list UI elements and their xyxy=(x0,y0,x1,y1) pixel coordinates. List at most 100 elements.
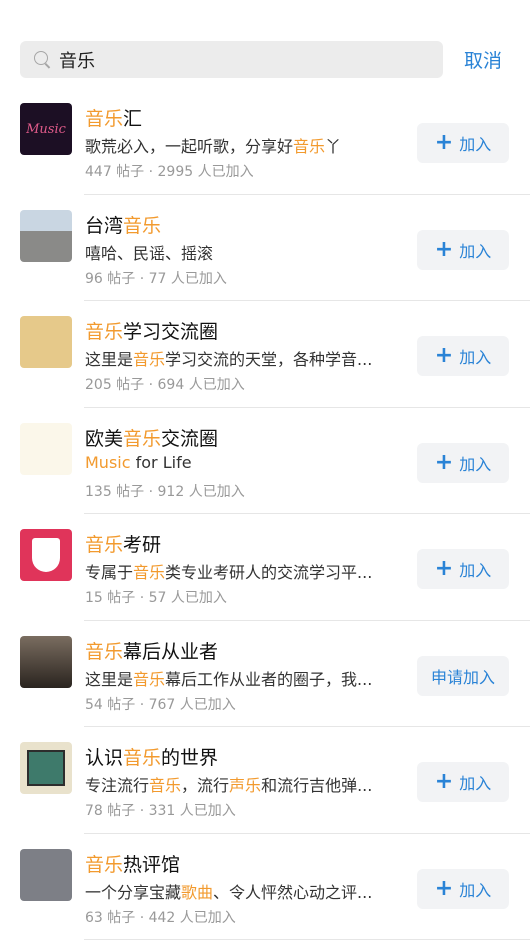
join-button-label: 加入 xyxy=(459,774,492,793)
text-segment: 和流行吉他弹... xyxy=(261,776,373,795)
text-segment: 学习交流的天堂，各种学音... xyxy=(165,350,373,369)
list-item[interactable]: 欧美音乐交流圈 Music for Life 135 帖子 · 912 人已加入 + 加… xyxy=(0,408,530,514)
list-item[interactable]: 台湾音乐嘻哈、民谣、摇滚 96 帖子 · 77 人已加入 + 加入 xyxy=(0,195,530,301)
text-segment: 歌荒必入，一起听歌，分享好 xyxy=(85,137,294,156)
text-segment: 幕后从业者 xyxy=(123,640,219,663)
circle-stats: 205 帖子 · 694 人已加入 xyxy=(85,377,245,393)
cancel-button[interactable]: 取消 xyxy=(464,46,502,73)
plus-icon: + xyxy=(434,343,454,368)
list-item[interactable]: 音乐考研 专属于音乐类专业考研人的交流学习平... 15 帖子 · 57 人已加入 +… xyxy=(0,514,530,621)
circle-description: 一个分享宝藏歌曲、令人怦然心动之评... xyxy=(85,879,410,903)
circle-avatar xyxy=(20,209,72,262)
circle-description: 歌荒必入，一起听歌，分享好音乐丫 xyxy=(85,133,410,157)
circle-description: Music for Life xyxy=(85,453,410,472)
circle-avatar xyxy=(20,848,72,901)
circle-title: 音乐考研 xyxy=(85,530,161,557)
circle-description: 专注流行音乐，流行声乐和流行吉他弹... xyxy=(85,772,410,796)
join-button[interactable]: + 加入 xyxy=(417,762,509,802)
text-segment: 热评馆 xyxy=(123,853,181,876)
join-button-label: 加入 xyxy=(459,135,492,154)
divider xyxy=(84,939,530,940)
join-button-label: 加入 xyxy=(459,880,492,900)
keyword-highlight: 音乐 xyxy=(123,214,162,237)
plus-icon: + xyxy=(434,875,454,901)
keyword-highlight: 音乐 xyxy=(293,137,326,156)
join-button[interactable]: + 加入 xyxy=(417,549,509,589)
plus-icon: + xyxy=(434,236,454,262)
text-segment: 交流圈 xyxy=(161,427,219,450)
text-segment: 欧美 xyxy=(85,427,124,450)
keyword-highlight: 音乐 xyxy=(133,350,166,369)
plus-icon: + xyxy=(434,449,454,475)
join-button-label: 加入 xyxy=(459,454,492,474)
list-item[interactable]: Music 音乐汇 歌荒必入，一起听歌，分享好音乐丫 447 帖子 · 2995 人已… xyxy=(0,88,530,195)
join-button[interactable]: + 加入 xyxy=(417,123,509,163)
search-input[interactable] xyxy=(59,49,419,70)
circle-stats: 54 帖子 · 767 人已加入 xyxy=(85,696,236,713)
circle-description: 专属于音乐类专业考研人的交流学习平... xyxy=(85,559,410,583)
text-segment: ，流行 xyxy=(181,776,230,795)
join-button[interactable]: + 加入 xyxy=(417,868,509,909)
circle-title: 台湾音乐 xyxy=(85,211,161,238)
keyword-highlight: 音乐 xyxy=(85,640,124,663)
circle-avatar xyxy=(20,742,72,794)
circle-title: 音乐热评馆 xyxy=(85,850,180,877)
apply-join-button[interactable]: 申请加入 xyxy=(417,655,509,696)
text-segment: 考研 xyxy=(123,534,162,556)
circle-title: 音乐学习交流圈 xyxy=(85,317,218,344)
keyword-highlight: 音乐 xyxy=(133,563,166,582)
circle-avatar xyxy=(20,422,72,475)
plus-icon: + xyxy=(434,769,454,794)
circle-avatar xyxy=(20,635,72,688)
circle-avatar xyxy=(20,316,72,368)
keyword-highlight: 音乐 xyxy=(149,776,182,795)
text-segment: 一个分享宝藏 xyxy=(85,882,182,902)
keyword-highlight: 音乐 xyxy=(85,108,124,130)
join-button-label: 加入 xyxy=(459,241,492,261)
circle-avatar xyxy=(20,529,72,581)
circle-list: Music 音乐汇 歌荒必入，一起听歌，分享好音乐丫 447 帖子 · 2995 人已… xyxy=(0,88,530,940)
join-button-label: 申请加入 xyxy=(430,667,495,687)
text-segment: 嘻哈、民谣、摇滚 xyxy=(85,243,214,263)
circle-title: 欧美音乐交流圈 xyxy=(85,424,218,451)
join-button[interactable]: + 加入 xyxy=(417,442,509,483)
text-segment: 汇 xyxy=(123,108,143,130)
circle-description: 这里是音乐学习交流的天堂，各种学音... xyxy=(85,346,410,370)
circle-title: 音乐汇 xyxy=(85,104,142,131)
list-item[interactable]: 认识音乐 的世界专注流行音乐，流行声乐和流行吉他弹... 78 帖子 · 331 人… xyxy=(0,727,530,834)
circle-stats: 78 帖子 · 331 人已加入 xyxy=(85,803,236,819)
text-segment: 专属于 xyxy=(85,563,134,582)
plus-icon: + xyxy=(434,130,454,155)
list-item[interactable]: 音乐学习交流圈 这里是音乐学习交流的天堂，各种学音... 205 帖子 · 694 … xyxy=(0,301,530,408)
circle-stats: 135 帖子 · 912 人已加入 xyxy=(85,483,245,500)
text-segment: 认识 xyxy=(85,747,124,769)
keyword-highlight: 音乐 xyxy=(133,669,166,689)
circle-description: 嘻哈、民谣、摇滚 xyxy=(85,240,410,264)
circle-description: 这里是音乐幕后工作从业者的圈子，我... xyxy=(85,666,410,690)
text-segment: 、令人怦然心动之评... xyxy=(213,882,373,902)
circle-stats: 63 帖子 · 442 人已加入 xyxy=(85,909,236,926)
keyword-highlight: Music xyxy=(85,452,131,472)
circle-stats: 96 帖子 · 77 人已加入 xyxy=(85,270,227,287)
join-button-label: 加入 xyxy=(459,561,492,580)
list-item[interactable]: 音乐热评馆 一个分享宝藏歌曲、令人怦然心动之评... 63 帖子 · 442 人已加… xyxy=(0,834,530,940)
text-segment: 的世界 xyxy=(161,747,219,769)
circle-stats: 447 帖子 · 2995 人已加入 xyxy=(85,164,254,180)
text-segment: 幕后工作从业者的圈子，我... xyxy=(165,669,373,689)
circle-title: 音乐幕后从业者 xyxy=(85,637,218,664)
join-button[interactable]: + 加入 xyxy=(417,229,509,270)
text-segment: 这里是 xyxy=(85,350,134,369)
text-segment: 这里是 xyxy=(85,669,134,689)
keyword-highlight: 音乐 xyxy=(123,427,162,450)
join-button[interactable]: + 加入 xyxy=(417,336,509,376)
keyword-highlight: 音乐 xyxy=(85,321,124,343)
join-button-label: 加入 xyxy=(459,348,492,367)
avatar-logo-text: Music xyxy=(26,121,66,137)
text-segment: 丫 xyxy=(325,137,342,156)
plus-icon: + xyxy=(434,556,454,581)
keyword-highlight: 声乐 xyxy=(229,776,262,795)
list-item[interactable]: 音乐幕后从业者 这里是音乐幕后工作从业者的圈子，我... 54 帖子 · 767 人… xyxy=(0,621,530,727)
text-segment: for Life xyxy=(130,452,192,472)
search-bar[interactable] xyxy=(20,41,443,78)
text-segment: 专注流行 xyxy=(85,776,150,795)
